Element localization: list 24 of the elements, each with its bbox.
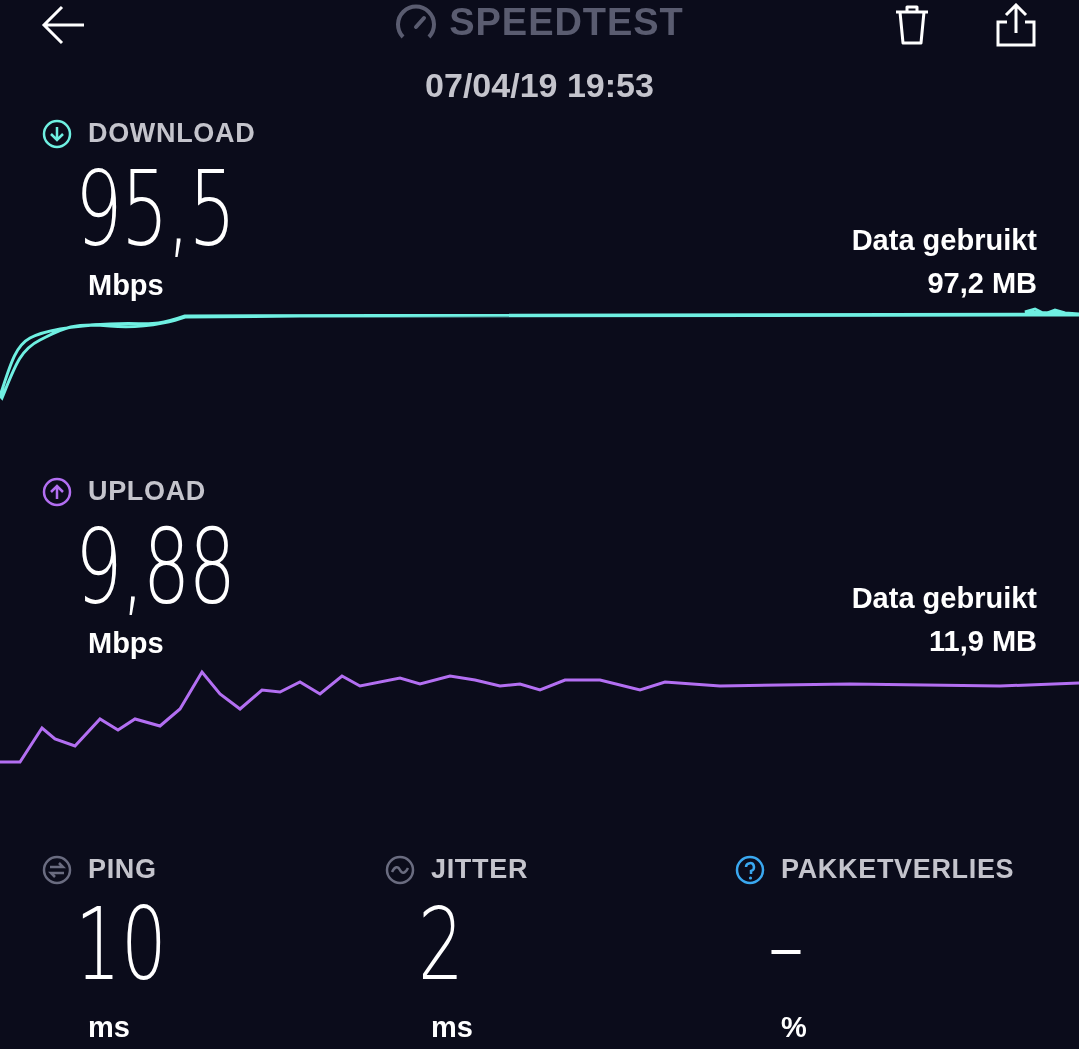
wave-circle-icon bbox=[385, 854, 415, 885]
result-label: UPLOAD bbox=[88, 475, 207, 509]
result-label: DOWNLOAD bbox=[88, 117, 256, 151]
result-unit: Mbps bbox=[87, 625, 164, 661]
stat-unit: ms bbox=[430, 1009, 473, 1045]
stat-value: 2 bbox=[417, 889, 464, 1000]
stat-value: – bbox=[767, 889, 805, 1000]
stat-label: JITTER bbox=[431, 853, 529, 887]
data-used-value: 11,9 MB bbox=[929, 624, 1037, 659]
stat-label: PING bbox=[88, 853, 157, 887]
app-title: SPEEDTEST bbox=[449, 0, 684, 45]
data-used-value: 97,2 MB bbox=[927, 266, 1037, 301]
help-icon[interactable] bbox=[735, 854, 765, 885]
result-value: 9,88 bbox=[74, 511, 235, 622]
stat-label: PAKKETVERLIES bbox=[781, 853, 1015, 887]
result-unit: Mbps bbox=[87, 267, 164, 303]
arrows-circle-icon bbox=[42, 854, 72, 885]
test-date: 07/04/19 19:53 bbox=[425, 64, 654, 106]
stat-unit: % bbox=[780, 1009, 807, 1045]
data-used-label: Data gebruikt bbox=[851, 222, 1037, 258]
result-value: 95,5 bbox=[74, 153, 235, 264]
stat-unit: ms bbox=[87, 1009, 130, 1045]
data-used-label: Data gebruikt bbox=[851, 580, 1037, 616]
stat-value: 10 bbox=[74, 889, 167, 1000]
